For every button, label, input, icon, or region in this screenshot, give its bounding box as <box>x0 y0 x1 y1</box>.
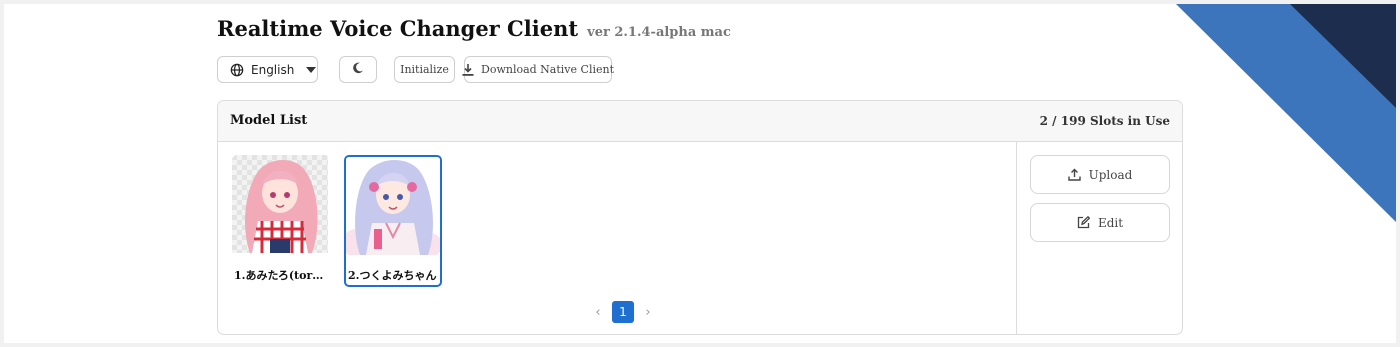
model-card-1[interactable]: 1.あみたろ(torch) <box>232 155 330 287</box>
download-label: Download Native Client <box>481 63 614 76</box>
pagination: ‹ 1 › <box>588 301 658 323</box>
edit-icon <box>1077 216 1098 229</box>
panel-divider <box>1016 142 1017 334</box>
chevron-left-icon[interactable]: ‹ <box>588 302 608 322</box>
model-thumbnail-2 <box>346 157 440 255</box>
chevron-right-icon[interactable]: › <box>638 302 658 322</box>
moon-icon <box>351 61 365 78</box>
header: Realtime Voice Changer Client ver 2.1.4-… <box>217 16 731 41</box>
language-label: English <box>251 62 295 77</box>
download-native-client-button[interactable]: Download Native Client <box>462 56 614 83</box>
edit-button[interactable]: Edit <box>1030 203 1170 242</box>
download-icon <box>462 63 481 76</box>
caret-down-icon <box>306 66 317 73</box>
initialize-label: Initialize <box>400 63 449 76</box>
edit-label: Edit <box>1097 215 1124 230</box>
model-label-1: 1.あみたろ(torch) <box>234 269 328 282</box>
app-version: ver 2.1.4-alpha mac <box>587 25 731 40</box>
model-label-2: 2.つくよみちゃん <box>348 269 437 282</box>
model-thumbnail-1 <box>232 155 328 253</box>
initialize-button[interactable]: Initialize <box>394 56 455 83</box>
slots-in-use: 2 / 199 Slots in Use <box>1039 114 1170 128</box>
model-list-title: Model List <box>230 113 308 128</box>
upload-icon <box>1067 168 1089 181</box>
page-button-1[interactable]: 1 <box>612 301 634 323</box>
app-title: Realtime Voice Changer Client <box>217 16 579 41</box>
upload-button[interactable]: Upload <box>1030 155 1170 194</box>
upload-label: Upload <box>1088 167 1133 182</box>
model-list-panel: Model List 2 / 199 Slots in Use 1.あみたろ(t… <box>217 100 1183 335</box>
language-select[interactable]: English <box>217 56 318 83</box>
theme-toggle-button[interactable] <box>339 56 377 83</box>
model-card-2[interactable]: 2.つくよみちゃん <box>344 155 442 287</box>
globe-icon <box>230 63 244 77</box>
page: Realtime Voice Changer Client ver 2.1.4-… <box>4 4 1396 343</box>
model-list-header: Model List 2 / 199 Slots in Use <box>218 101 1182 142</box>
